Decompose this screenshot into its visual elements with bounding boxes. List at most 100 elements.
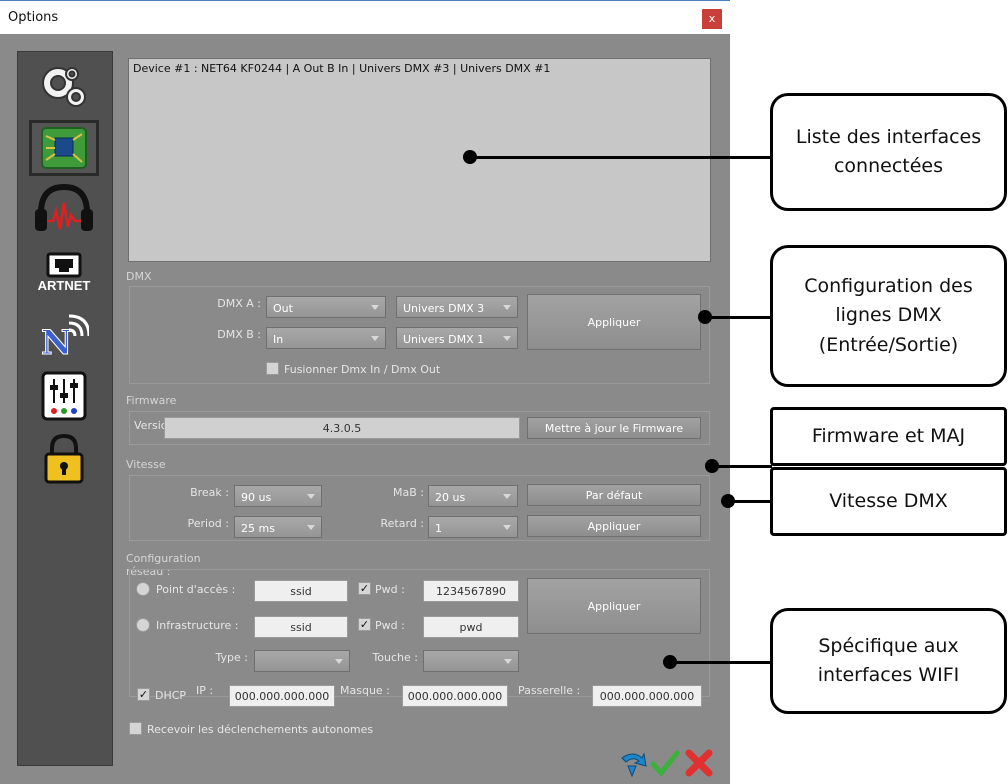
chevron-down-icon bbox=[503, 525, 511, 530]
wireless-network-icon: N bbox=[41, 314, 89, 360]
gears-icon bbox=[42, 67, 86, 107]
update-firmware-button[interactable]: Mettre à jour le Firmware bbox=[527, 417, 701, 439]
dmx-leader-dot bbox=[698, 310, 712, 324]
ap-pwd-checkbox[interactable]: ✓ bbox=[358, 582, 371, 595]
dmx-b-mode-select[interactable]: In bbox=[266, 327, 386, 349]
infra-ssid-field[interactable]: ssid bbox=[254, 616, 348, 638]
period-label: Period : bbox=[187, 517, 229, 530]
dmx-apply-button[interactable]: Appliquer bbox=[527, 294, 701, 350]
chevron-down-icon bbox=[307, 525, 315, 530]
interfaces-leader-line bbox=[470, 156, 770, 159]
chevron-down-icon bbox=[503, 305, 511, 310]
padlock-icon bbox=[44, 433, 84, 484]
chevron-down-icon bbox=[504, 659, 512, 664]
dmx-b-universe-value: Univers DMX 1 bbox=[403, 333, 485, 346]
infra-pwd-checkbox[interactable]: ✓ bbox=[358, 618, 371, 631]
sidebar-item-audio[interactable] bbox=[29, 180, 99, 236]
touch-label: Touche : bbox=[372, 651, 418, 664]
mixer-faders-icon bbox=[41, 371, 87, 421]
callout-interfaces: Liste des interfaces connectées bbox=[770, 93, 1007, 211]
default-button[interactable]: Par défaut bbox=[527, 484, 701, 506]
ip-label: IP : bbox=[196, 684, 214, 697]
ap-pwd-field[interactable]: 1234567890 bbox=[423, 580, 519, 602]
close-button[interactable]: x bbox=[702, 9, 722, 29]
check-icon[interactable] bbox=[650, 750, 680, 778]
infrastructure-radio[interactable] bbox=[136, 618, 150, 632]
callout-firmware: Firmware et MAJ bbox=[770, 407, 1007, 466]
mab-label: MaB : bbox=[393, 486, 424, 499]
mab-value: 20 us bbox=[435, 491, 466, 504]
ap-ssid-field[interactable]: ssid bbox=[254, 580, 348, 602]
type-select[interactable] bbox=[254, 650, 350, 672]
sidebar-item-general[interactable] bbox=[29, 58, 99, 114]
sidebar-item-mixer[interactable] bbox=[29, 368, 99, 424]
merge-label: Fusionner Dmx In / Dmx Out bbox=[284, 363, 441, 376]
period-value: 25 ms bbox=[241, 522, 275, 535]
dmx-b-mode-value: In bbox=[273, 333, 284, 346]
dmx-a-universe-value: Univers DMX 3 bbox=[403, 302, 485, 315]
break-select[interactable]: 90 us bbox=[234, 485, 322, 507]
svg-text:N: N bbox=[41, 323, 72, 360]
options-window: ARTNET N Device #1 : NET64 KF0244 | A Ou… bbox=[0, 34, 730, 784]
chevron-down-icon bbox=[335, 659, 343, 664]
break-value: 90 us bbox=[241, 491, 272, 504]
dmx-a-label: DMX A : bbox=[217, 297, 261, 310]
firmware-version-field: 4.3.0.5 bbox=[164, 417, 520, 439]
mask-label: Masque : bbox=[340, 684, 390, 697]
dmx-b-universe-select[interactable]: Univers DMX 1 bbox=[396, 327, 518, 349]
window-title: Options bbox=[8, 10, 59, 25]
list-item[interactable]: Device #1 : NET64 KF0244 | A Out B In | … bbox=[133, 62, 550, 75]
callout-dmx-lines: Configuration des lignes DMX (Entrée/Sor… bbox=[770, 245, 1007, 387]
mask-field[interactable]: 000.000.000.000 bbox=[402, 685, 508, 707]
sidebar-item-interfaces[interactable] bbox=[29, 120, 99, 176]
chevron-down-icon bbox=[503, 494, 511, 499]
delay-label: Retard : bbox=[380, 517, 424, 530]
merge-checkbox[interactable] bbox=[266, 362, 279, 375]
delay-value: 1 bbox=[435, 522, 442, 535]
chevron-down-icon bbox=[371, 305, 379, 310]
artnet-icon bbox=[46, 252, 82, 277]
wifi-leader-line bbox=[670, 661, 772, 664]
callout-speed: Vitesse DMX bbox=[770, 467, 1007, 536]
speed-apply-button[interactable]: Appliquer bbox=[527, 515, 701, 537]
sidebar-item-artnet[interactable]: ARTNET bbox=[29, 244, 99, 300]
type-label: Type : bbox=[215, 651, 248, 664]
mab-select[interactable]: 20 us bbox=[428, 485, 518, 507]
delay-select[interactable]: 1 bbox=[428, 516, 518, 538]
gateway-label: Passerelle : bbox=[518, 684, 581, 697]
chevron-down-icon bbox=[503, 336, 511, 341]
artnet-label: ARTNET bbox=[37, 277, 91, 293]
dmx-a-mode-select[interactable]: Out bbox=[266, 296, 386, 318]
cancel-icon[interactable] bbox=[684, 748, 714, 778]
autonomous-checkbox[interactable] bbox=[129, 722, 142, 735]
firmware-leader-dot bbox=[705, 459, 719, 473]
dmx-b-label: DMX B : bbox=[217, 328, 261, 341]
interfaces-leader-dot bbox=[463, 150, 477, 164]
network-apply-button[interactable]: Appliquer bbox=[527, 578, 701, 634]
ap-pwd-label: Pwd : bbox=[375, 583, 405, 596]
gateway-field[interactable]: 000.000.000.000 bbox=[592, 685, 702, 707]
infra-pwd-field[interactable]: pwd bbox=[423, 616, 519, 638]
autonomous-label: Recevoir les déclenchements autonomes bbox=[147, 723, 374, 736]
sidebar: ARTNET N bbox=[17, 51, 113, 766]
speed-section-label: Vitesse bbox=[126, 458, 166, 471]
speed-leader-dot bbox=[721, 494, 735, 508]
dmx-a-mode-value: Out bbox=[273, 302, 293, 315]
access-point-label: Point d'accès : bbox=[156, 583, 236, 596]
dmx-leader-line bbox=[705, 316, 772, 319]
chevron-down-icon bbox=[371, 336, 379, 341]
ip-field[interactable]: 000.000.000.000 bbox=[229, 685, 335, 707]
dmx-a-universe-select[interactable]: Univers DMX 3 bbox=[396, 296, 518, 318]
sidebar-item-wireless[interactable]: N bbox=[29, 307, 99, 363]
dhcp-checkbox[interactable]: ✓ bbox=[137, 688, 150, 701]
touch-select[interactable] bbox=[423, 650, 519, 672]
access-point-radio[interactable] bbox=[136, 582, 150, 596]
device-list[interactable]: Device #1 : NET64 KF0244 | A Out B In | … bbox=[128, 58, 711, 262]
break-label: Break : bbox=[190, 486, 229, 499]
wifi-leader-dot bbox=[663, 655, 677, 669]
period-select[interactable]: 25 ms bbox=[234, 516, 322, 538]
circuit-board-icon bbox=[41, 127, 87, 169]
sidebar-item-security[interactable] bbox=[29, 430, 99, 486]
refresh-arrow-icon[interactable] bbox=[618, 748, 648, 778]
firmware-leader-line bbox=[712, 465, 772, 468]
